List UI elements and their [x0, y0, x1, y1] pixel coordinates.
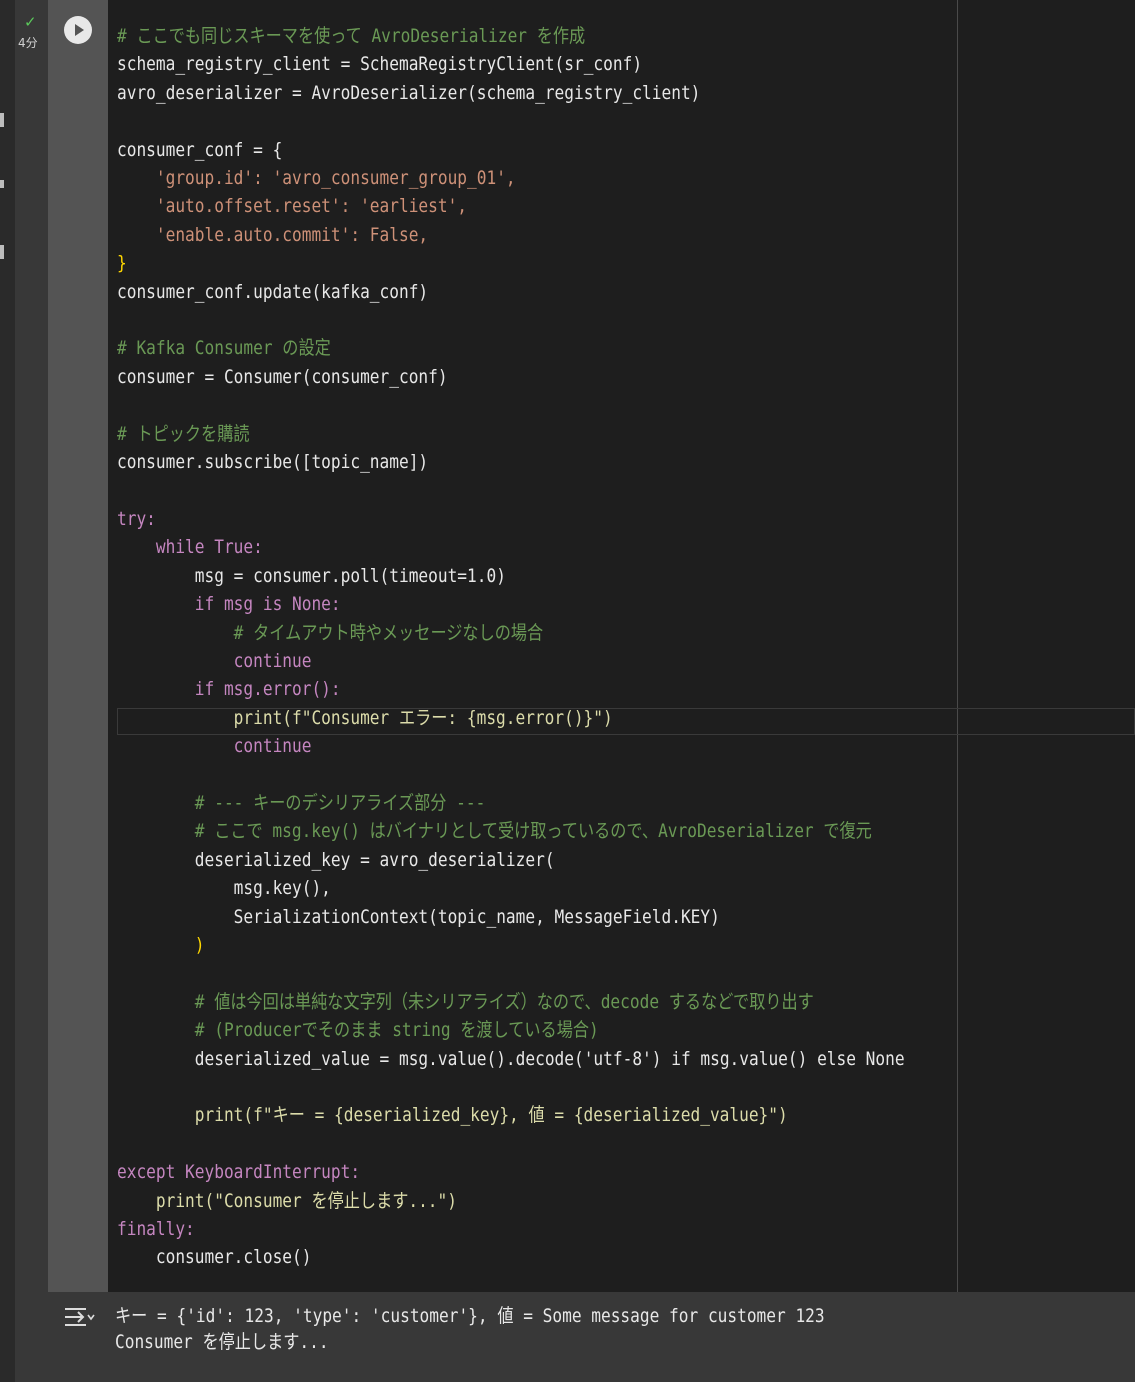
- code-line: # タイムアウト時やメッセージなしの場合: [117, 621, 544, 644]
- sidebar-marker: [0, 245, 4, 259]
- code-line: continue: [117, 649, 312, 672]
- code-line: print(f"Consumer エラー: {msg.error()}"): [117, 706, 613, 729]
- output-line: キー = {'id': 123, 'type': 'customer'}, 値 …: [115, 1305, 825, 1327]
- code-line: try:: [117, 507, 156, 530]
- code-line: print("Consumer を停止します..."): [117, 1189, 457, 1212]
- code-line: # --- キーのデシリアライズ部分 ---: [117, 791, 486, 814]
- sidebar-marker: [0, 113, 4, 127]
- cell-gutter: [15, 0, 48, 1382]
- code-line: if msg is None:: [117, 593, 341, 616]
- left-sidebar-strip: [0, 0, 15, 1382]
- code-line: # (Producerでそのまま string を渡している場合): [117, 1019, 599, 1042]
- code-line: schema_registry_client = SchemaRegistryC…: [117, 53, 643, 76]
- code-line: consumer = Consumer(consumer_conf): [117, 365, 448, 388]
- check-icon: ✓: [24, 13, 37, 31]
- output-line: Consumer を停止します...: [115, 1331, 329, 1353]
- code-line: SerializationContext(topic_name, Message…: [117, 905, 720, 928]
- code-line: 'auto.offset.reset': 'earliest',: [117, 195, 468, 218]
- code-text[interactable]: # ここでも同じスキーマを使って AvroDeserializer を作成 sc…: [117, 22, 905, 1272]
- code-line: # ここで msg.key() はバイナリとして受け取っているので、AvroDe…: [117, 820, 872, 843]
- code-line: while True:: [117, 536, 263, 559]
- code-line: deserialized_value = msg.value().decode(…: [117, 1047, 905, 1070]
- code-line: deserialized_key = avro_deserializer(: [117, 848, 555, 871]
- code-line: continue: [117, 735, 312, 758]
- run-column: [48, 0, 108, 1292]
- code-line: # 値は今回は単純な文字列（未シリアライズ）なので、decode するなどで取り…: [117, 990, 814, 1013]
- output-toggle-icon-graphic: [65, 1308, 95, 1326]
- code-line: # Kafka Consumer の設定: [117, 337, 331, 360]
- code-line: consumer.subscribe([topic_name]): [117, 451, 429, 474]
- code-line: 'enable.auto.commit': False,: [117, 223, 429, 246]
- execution-time: 4分: [18, 36, 38, 50]
- code-line: ): [117, 934, 205, 956]
- sidebar-marker: [0, 180, 4, 188]
- code-line: }: [117, 252, 127, 275]
- code-line: consumer_conf = {: [117, 138, 283, 161]
- code-line: 'group.id': 'avro_consumer_group_01',: [117, 167, 516, 190]
- code-line: # トピックを購読: [117, 422, 250, 445]
- code-line: msg = consumer.poll(timeout=1.0): [117, 564, 506, 587]
- line-length-ruler: [957, 0, 958, 1292]
- code-line: consumer.close(): [117, 1246, 312, 1269]
- code-line: consumer_conf.update(kafka_conf): [117, 280, 429, 303]
- code-line: print(f"キー = {deserialized_key}, 値 = {de…: [117, 1104, 788, 1127]
- code-line: avro_deserializer = AvroDeserializer(sch…: [117, 81, 701, 104]
- code-line: if msg.error():: [117, 678, 341, 701]
- output-toggle-icon[interactable]: [62, 1303, 96, 1331]
- output-text: キー = {'id': 123, 'type': 'customer'}, 値 …: [115, 1303, 825, 1355]
- play-icon[interactable]: [64, 16, 92, 44]
- code-line: finally:: [117, 1218, 195, 1241]
- code-line: except KeyboardInterrupt:: [117, 1161, 361, 1184]
- code-line: # ここでも同じスキーマを使って AvroDeserializer を作成: [117, 25, 586, 47]
- code-line: msg.key(),: [117, 877, 331, 900]
